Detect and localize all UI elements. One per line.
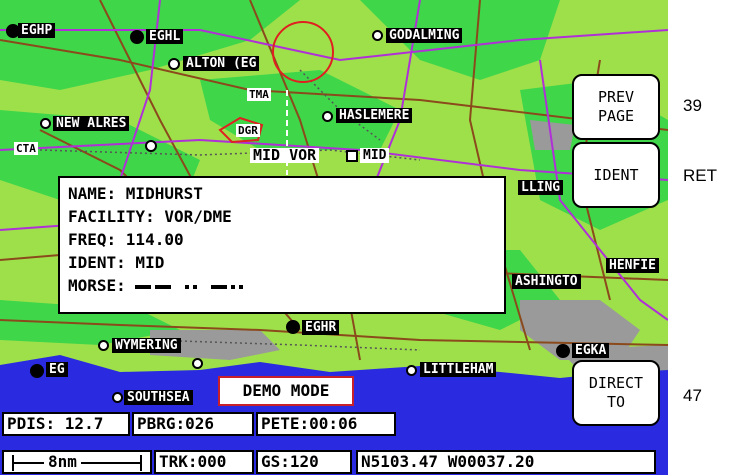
map-label-tma: TMA xyxy=(247,88,271,101)
info-name: NAME: MIDHURST xyxy=(68,184,203,203)
demo-mode-badge: DEMO MODE xyxy=(218,376,354,406)
town-icon[interactable] xyxy=(406,365,417,376)
key-number-ident: RET xyxy=(683,166,717,185)
info-morse: MORSE: xyxy=(68,274,496,297)
map-label-henfie[interactable]: HENFIE xyxy=(606,258,659,273)
map-label-godalming[interactable]: GODALMING xyxy=(386,28,463,43)
town-icon[interactable] xyxy=(98,340,109,351)
map-screen[interactable]: EGHP EGHL GODALMING ALTON (EG TMA NEW AL… xyxy=(0,0,668,475)
map-label-ashingto[interactable]: ASHINGTO xyxy=(512,274,581,289)
map-label-cta: CTA xyxy=(14,142,38,155)
airfield-icon[interactable] xyxy=(168,58,180,70)
map-label-eg[interactable]: EG xyxy=(46,362,68,377)
prev-page-button[interactable]: PREV PAGE xyxy=(572,74,660,140)
ident-label: IDENT xyxy=(593,165,639,184)
ident-button[interactable]: IDENT xyxy=(572,142,660,208)
town-icon[interactable] xyxy=(372,30,383,41)
map-label-mid-vor[interactable]: MID VOR xyxy=(250,148,320,163)
map-label-alton[interactable]: ALTON (EG xyxy=(183,56,260,71)
track-readout: TRK:000 xyxy=(154,450,254,474)
airfield-icon[interactable] xyxy=(145,140,157,152)
town-icon[interactable] xyxy=(112,392,123,403)
direct-to-button[interactable]: DIRECT TO xyxy=(572,360,660,426)
key-number-direct-to: 47 xyxy=(683,386,702,405)
pete-readout: PETE:00:06 xyxy=(256,412,396,436)
map-label-littleham[interactable]: LITTLEHAM xyxy=(420,362,497,377)
town-icon[interactable] xyxy=(322,111,333,122)
airfield-icon[interactable] xyxy=(556,344,570,358)
direct-to-label-2: TO xyxy=(606,393,626,411)
town-icon[interactable] xyxy=(40,118,51,129)
direct-to-label-1: DIRECT xyxy=(588,374,644,392)
position-readout: N5103.47 W00037.20 xyxy=(356,450,656,474)
key-number-prev-page: 39 xyxy=(683,96,702,115)
info-ident: IDENT: MID xyxy=(68,253,165,272)
map-label-haslemere[interactable]: HASLEMERE xyxy=(336,108,413,123)
map-label-mid[interactable]: MID xyxy=(360,148,390,163)
morse-code-icon xyxy=(135,276,247,295)
pdis-readout: PDIS: 12.7 xyxy=(2,412,130,436)
airfield-icon[interactable] xyxy=(286,320,300,334)
map-label-dgr: DGR xyxy=(236,124,260,137)
prev-page-label-1: PREV xyxy=(597,88,635,106)
airfield-icon[interactable] xyxy=(30,364,44,378)
vor-icon[interactable] xyxy=(346,150,358,162)
map-label-lling[interactable]: LLING xyxy=(518,180,564,195)
map-label-new-alres[interactable]: NEW ALRES xyxy=(53,116,130,131)
map-label-eghr[interactable]: EGHR xyxy=(302,320,340,335)
map-scale-bar: 8nm xyxy=(2,450,152,474)
pbrg-readout: PBRG:026 xyxy=(132,412,254,436)
town-icon[interactable] xyxy=(192,358,203,369)
airfield-icon[interactable] xyxy=(130,30,144,44)
ground-speed-readout: GS:120 xyxy=(256,450,352,474)
map-label-egka[interactable]: EGKA xyxy=(572,343,610,358)
scale-label: 8nm xyxy=(44,452,81,472)
map-label-southsea[interactable]: SOUTHSEA xyxy=(124,390,193,405)
info-facility: FACILITY: VOR/DME xyxy=(68,207,232,226)
prev-page-label-2: PAGE xyxy=(597,107,635,125)
map-label-eghp[interactable]: EGHP xyxy=(18,23,56,38)
waypoint-info-box: NAME: MIDHURST FACILITY: VOR/DME FREQ: 1… xyxy=(58,176,506,314)
map-label-wymering[interactable]: WYMERING xyxy=(112,338,181,353)
map-label-eghl[interactable]: EGHL xyxy=(146,29,184,44)
morse-label: MORSE: xyxy=(68,276,126,295)
info-frequency: FREQ: 114.00 xyxy=(68,230,184,249)
